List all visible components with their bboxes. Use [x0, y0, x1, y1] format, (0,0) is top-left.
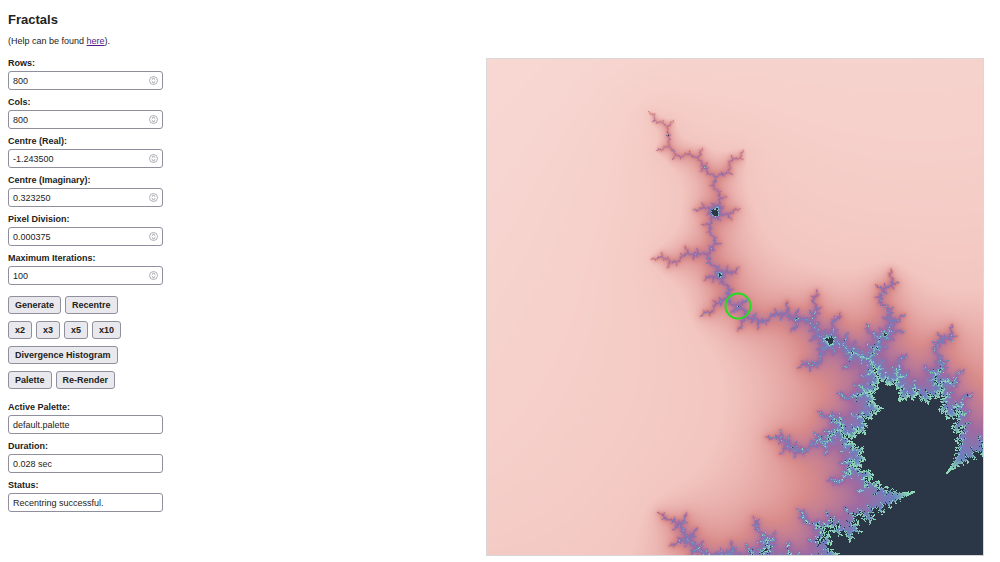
spinner-icon[interactable] [149, 193, 158, 202]
field-label: Pixel Division: [8, 214, 486, 225]
action-button[interactable]: x3 [36, 321, 60, 339]
number-input[interactable]: 0.323250 [8, 188, 163, 207]
action-button[interactable]: Divergence Histogram [8, 346, 118, 364]
field-group: Centre (Imaginary): 0.323250 [8, 175, 486, 207]
field-group: Rows: 800 [8, 58, 486, 90]
page: Fractals (Help can be found here). Rows: 80… [0, 0, 1000, 562]
button-row: PaletteRe-Render [8, 371, 486, 389]
control-panel: Fractals (Help can be found here). Rows: 80… [0, 0, 486, 562]
spinner-icon[interactable] [149, 232, 158, 241]
info-field[interactable]: 0.028 sec [8, 454, 163, 473]
number-input[interactable]: 800 [8, 71, 163, 90]
field-label: Centre (Imaginary): [8, 175, 486, 186]
info-field[interactable]: Recentring successful. [8, 493, 163, 512]
info-group: Status: Recentring successful. [8, 480, 486, 512]
action-button[interactable]: Recentre [65, 296, 118, 314]
number-input[interactable]: 800 [8, 110, 163, 129]
info-label: Duration: [8, 441, 486, 452]
field-label: Cols: [8, 97, 486, 108]
button-row: Divergence Histogram [8, 346, 486, 364]
info-label: Status: [8, 480, 486, 491]
field-group: Pixel Division: 0.000375 [8, 214, 486, 246]
button-row: GenerateRecentre [8, 296, 486, 314]
number-input[interactable]: -1.243500 [8, 149, 163, 168]
spinner-icon[interactable] [149, 115, 158, 124]
button-area: GenerateRecentre x2x3x5x10 Divergence Hist… [8, 296, 486, 389]
button-row: x2x3x5x10 [8, 321, 486, 339]
info-label: Active Palette: [8, 402, 486, 413]
field-group: Maximum Iterations: 100 [8, 253, 486, 285]
info-field[interactable]: default.palette [8, 415, 163, 434]
field-label: Maximum Iterations: [8, 253, 486, 264]
spinner-icon[interactable] [149, 271, 158, 280]
field-group: Cols: 800 [8, 97, 486, 129]
field-group: Centre (Real): -1.243500 [8, 136, 486, 168]
fractal-view[interactable] [486, 58, 984, 556]
field-label: Rows: [8, 58, 486, 69]
action-button[interactable]: Generate [8, 296, 61, 314]
action-button[interactable]: x2 [8, 321, 32, 339]
help-text: (Help can be found here). [8, 36, 486, 47]
action-button[interactable]: Re-Render [56, 371, 116, 389]
help-link[interactable]: here [87, 36, 105, 46]
number-input[interactable]: 100 [8, 266, 163, 285]
centre-marker-icon [723, 291, 753, 321]
info-group: Duration: 0.028 sec [8, 441, 486, 473]
action-button[interactable]: Palette [8, 371, 52, 389]
spinner-icon[interactable] [149, 76, 158, 85]
fractal-canvas[interactable] [486, 58, 984, 556]
spinner-icon[interactable] [149, 154, 158, 163]
field-label: Centre (Real): [8, 136, 486, 147]
action-button[interactable]: x10 [92, 321, 121, 339]
info-group: Active Palette: default.palette [8, 402, 486, 434]
action-button[interactable]: x5 [64, 321, 88, 339]
page-title: Fractals [8, 12, 486, 28]
number-input[interactable]: 0.000375 [8, 227, 163, 246]
